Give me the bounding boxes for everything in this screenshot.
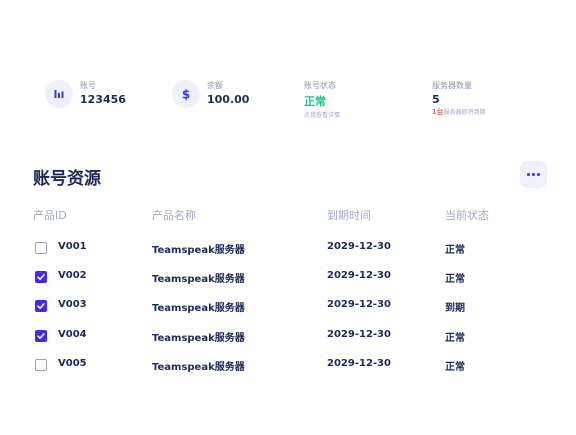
column-header-status: 当前状态 [445,209,489,222]
status-text: 正常 [445,274,465,285]
product-name: Teamspeak服务器 [152,274,245,285]
section-title: 账号资源 [33,169,101,189]
stat-value: 5 [432,93,440,106]
row-checkbox[interactable] [35,242,47,254]
more-dots-icon [527,173,540,176]
table-row[interactable]: V001 Teamspeak服务器 2029-12-30 正常 [0,239,576,259]
row-checkbox[interactable] [35,330,47,342]
row-checkbox[interactable] [35,271,47,283]
stat-label: 账号状态 [304,81,336,90]
status-text: 正常 [445,362,465,373]
column-header-name: 产品名称 [152,209,196,222]
table-row[interactable]: V002 Teamspeak服务器 2029-12-30 正常 [0,268,576,288]
bar-chart-icon [45,80,73,108]
stat-value: 正常 [304,95,326,108]
stat-label: 服务器数量 [432,81,472,90]
product-id: V002 [58,270,87,281]
product-name: Teamspeak服务器 [152,245,245,256]
expiry-date: 2029-12-30 [327,270,391,281]
stats-bar: 账号 123456 $ 余额 100.00 账号状态 正常 点我查看详情 服务器… [0,70,576,130]
status-text: 到期 [445,303,465,314]
expiry-date: 2029-12-30 [327,299,391,310]
expiry-date: 2029-12-30 [327,241,391,252]
stat-value: 123456 [80,93,126,106]
row-checkbox[interactable] [35,359,47,371]
product-name: Teamspeak服务器 [152,303,245,314]
stat-label: 账号 [80,81,96,90]
product-id: V005 [58,358,87,369]
expiry-date: 2029-12-30 [327,358,391,369]
table-row[interactable]: V005 Teamspeak服务器 2029-12-30 正常 [0,356,576,376]
table-header: 产品ID 产品名称 到期时间 当前状态 [0,207,576,223]
expiry-note: 1台服务器即将到期 [432,107,485,117]
column-header-id: 产品ID [33,209,67,222]
expiry-count: 1台 [432,108,444,116]
table-row[interactable]: V004 Teamspeak服务器 2029-12-30 正常 [0,327,576,347]
product-name: Teamspeak服务器 [152,333,245,344]
stat-label: 余额 [207,81,223,90]
status-text: 正常 [445,245,465,256]
table-row[interactable]: V003 Teamspeak服务器 2029-12-30 到期 [0,297,576,317]
dollar-icon: $ [172,80,200,108]
svg-text:$: $ [182,88,190,102]
status-text: 正常 [445,333,465,344]
column-header-expires: 到期时间 [327,209,371,222]
more-options-button[interactable] [520,161,547,188]
product-id: V003 [58,299,87,310]
status-detail-link[interactable]: 点我查看详情 [304,110,340,119]
product-id: V004 [58,329,87,340]
expiry-text: 服务器即将到期 [443,109,486,116]
product-id: V001 [58,241,87,252]
stat-value: 100.00 [207,93,250,106]
product-name: Teamspeak服务器 [152,362,245,373]
row-checkbox[interactable] [35,300,47,312]
expiry-date: 2029-12-30 [327,329,391,340]
